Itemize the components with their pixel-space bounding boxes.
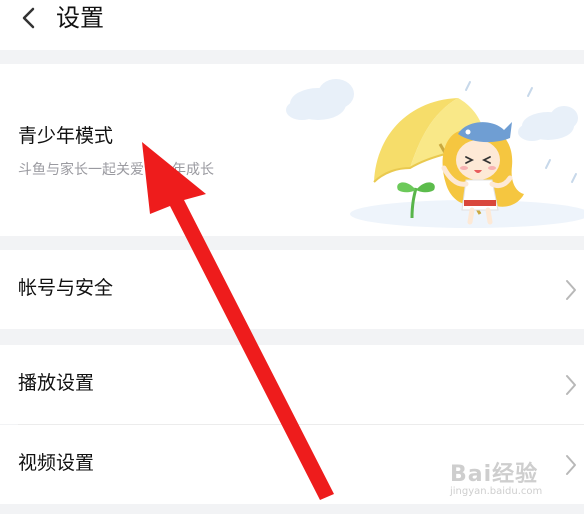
teen-mode-illustration (286, 79, 584, 228)
settings-item-account-security[interactable]: 帐号与安全 (0, 250, 584, 329)
chevron-right-icon (564, 373, 578, 397)
settings-item-label: 视频设置 (18, 452, 95, 474)
settings-item-label: 帐号与安全 (18, 277, 114, 299)
settings-item-playback[interactable]: 播放设置 (0, 345, 584, 424)
teen-mode-description: 斗鱼与家长一起关爱青少年成长 (18, 162, 214, 178)
teen-mode-card[interactable]: 青少年模式 斗鱼与家长一起关爱青少年成长 (0, 64, 584, 236)
page-title: 设置 (56, 4, 104, 32)
chevron-left-icon[interactable] (14, 3, 44, 33)
chevron-right-icon (564, 278, 578, 302)
header-bar: 设置 (0, 0, 584, 50)
settings-item-label: 播放设置 (18, 372, 95, 394)
watermark: Bai经验 jingyan.baidu.com (450, 456, 580, 512)
watermark-url: jingyan.baidu.com (450, 486, 543, 497)
teen-mode-title: 青少年模式 (18, 125, 114, 147)
watermark-logo-text: Bai经验 (450, 462, 539, 487)
